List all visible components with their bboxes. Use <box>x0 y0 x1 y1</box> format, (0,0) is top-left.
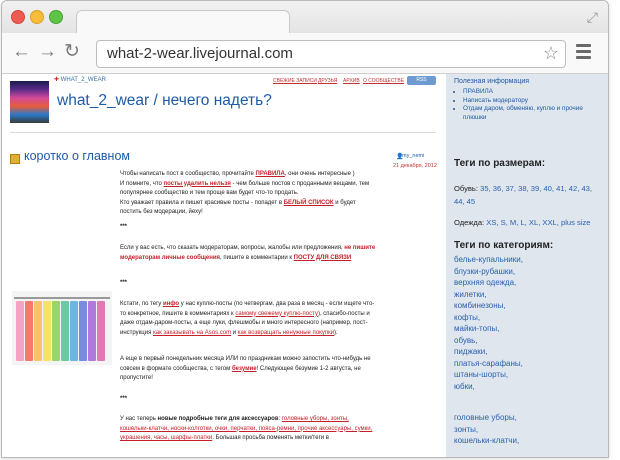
sidebar-link-giveaway[interactable]: Отдам даром, обменяю, куплю и прочие плю… <box>463 105 603 122</box>
returns-guide-link[interactable]: как возвращать ненужные покупки <box>238 330 334 336</box>
category-tag[interactable]: платья-сарафаны, <box>454 358 604 370</box>
sidebar-link-moderator[interactable]: Написать модератору <box>463 97 603 106</box>
separator: *** <box>120 280 128 286</box>
useful-info-link[interactable]: Полезная информация <box>454 78 529 85</box>
accessory-tag[interactable]: кошельки-клатчи, <box>454 435 604 447</box>
accessory-tag[interactable]: зонты, <box>454 424 604 436</box>
sizes-heading: Теги по размерам: <box>454 158 546 169</box>
divider <box>10 132 436 133</box>
browser-window: ⤢ ← → ↻ what-2-wear.livejournal.com ☆ ✚ … <box>1 0 609 458</box>
close-window-button[interactable] <box>11 10 25 24</box>
clothes-size-tags: Одежда: XS, S, M, L, XL, XXL, plus size <box>454 216 602 229</box>
info-tag-link[interactable]: инфо <box>163 301 179 307</box>
journal-username: WHAT_2_WEAR <box>60 77 106 83</box>
separator: *** <box>120 396 128 402</box>
journal-userpic <box>10 81 49 123</box>
useful-info-list: ПРАВИЛА Написать модератору Отдам даром,… <box>454 88 603 122</box>
category-tag[interactable]: верхняя одежда, <box>454 277 604 289</box>
rules-link[interactable]: ПРАВИЛА <box>256 171 285 177</box>
post-paragraph-2: Если у вас есть, что сказать модераторам… <box>120 245 376 261</box>
post-icon <box>10 154 20 164</box>
journal-username-link[interactable]: ✚ WHAT_2_WEAR <box>54 76 106 83</box>
url-text: what-2-wear.livejournal.com <box>107 45 293 62</box>
reload-icon[interactable]: ↻ <box>64 41 80 63</box>
shoe-label: Обувь: <box>454 184 478 193</box>
nav-archive[interactable]: АРХИВ <box>343 78 360 84</box>
forward-arrow-icon[interactable]: → <box>38 41 57 63</box>
title-bar: ⤢ <box>2 1 608 35</box>
category-tag[interactable]: жилетки, <box>454 289 604 301</box>
asos-guide-link[interactable]: как заказывать на Asos.com <box>153 330 231 336</box>
category-tag[interactable]: юбки, <box>454 381 604 393</box>
accessory-tag[interactable]: головные уборы, <box>454 412 604 424</box>
browser-toolbar: ← → ↻ what-2-wear.livejournal.com ☆ <box>2 33 608 74</box>
category-tag[interactable]: комбинезоны, <box>454 300 604 312</box>
journal-title[interactable]: what_2_wear / нечего надеть? <box>57 92 272 110</box>
post-paragraph-3: Кстати, по тегу инфо у нас куплю-посты (… <box>120 301 375 336</box>
page-content: ✚ WHAT_2_WEAR СВЕЖИЕ ЗАПИСИ ДРУЗЬЯ АРХИВ… <box>2 74 608 457</box>
category-tag[interactable]: блузки-рубашки, <box>454 266 604 278</box>
post-paragraph-5: У нас теперь новые подробные теги для ак… <box>120 416 373 442</box>
category-tag[interactable]: обувь, <box>454 335 604 347</box>
sidebar: Полезная информация ПРАВИЛА Написать мод… <box>446 74 608 457</box>
post-date: 21 декабря, 2012 <box>393 163 437 169</box>
browser-tab[interactable] <box>76 10 290 35</box>
post-paragraph-1: Чтобы написать пост в сообщество, прочит… <box>120 171 370 216</box>
categories-heading: Теги по категориям: <box>454 240 554 251</box>
clothes-size-links[interactable]: XS, S, M, L, XL, XXL, plus size <box>486 218 590 227</box>
no-delete-warning: посты удалить нельзя <box>163 180 231 187</box>
clothes-rack-image <box>12 291 112 365</box>
clothes-label: Одежда: <box>454 218 485 227</box>
journal-main: ✚ WHAT_2_WEAR СВЕЖИЕ ЗАПИСИ ДРУЗЬЯ АРХИВ… <box>2 74 446 457</box>
post-paragraph-4: А еще в первый понедельник месяца ИЛИ по… <box>120 356 371 382</box>
separator: *** <box>120 224 128 230</box>
post-title[interactable]: коротко о главном <box>24 149 130 163</box>
nav-recent[interactable]: СВЕЖИЕ ЗАПИСИ <box>273 78 317 84</box>
star-icon[interactable]: ☆ <box>543 43 559 64</box>
nav-friends[interactable]: ДРУЗЬЯ <box>318 78 337 84</box>
minimize-window-button[interactable] <box>30 10 44 24</box>
post-author[interactable]: my_nemi <box>402 153 424 159</box>
user-icon: ✚ <box>54 77 60 83</box>
category-tag[interactable]: майки-топы, <box>454 323 604 335</box>
category-tag[interactable]: кофты, <box>454 312 604 324</box>
whitelist-link[interactable]: БЕЛЫЙ СПИСОК <box>284 200 334 206</box>
rss-button[interactable]: RSS <box>407 76 436 85</box>
contact-post-link[interactable]: ПОСТУ ДЛЯ СВЯЗИ <box>294 255 352 261</box>
expand-icon[interactable]: ⤢ <box>587 9 598 26</box>
category-tag-list: белье-купальники, блузки-рубашки, верхня… <box>454 254 604 392</box>
rss-label: RSS <box>416 77 427 83</box>
shoe-size-tags: Обувь: 35, 36, 37, 38, 39, 40, 41, 42, 4… <box>454 182 602 208</box>
sidebar-link-rules[interactable]: ПРАВИЛА <box>463 88 603 97</box>
category-tag[interactable]: пиджаки, <box>454 346 604 358</box>
category-tag[interactable]: штаны-шорты, <box>454 369 604 381</box>
zoom-window-button[interactable] <box>49 10 63 24</box>
madness-tag-link[interactable]: безумие <box>232 366 257 372</box>
hamburger-menu-icon[interactable] <box>576 44 591 62</box>
accessory-tag-list: головные уборы, зонты, кошельки-клатчи, <box>454 412 604 447</box>
back-arrow-icon[interactable]: ← <box>12 41 31 63</box>
category-tag[interactable]: белье-купальники, <box>454 254 604 266</box>
latest-buy-post-link[interactable]: самому свежему куплю-посту <box>235 311 318 317</box>
address-bar[interactable]: what-2-wear.livejournal.com ☆ <box>96 40 566 68</box>
nav-about[interactable]: О СООБЩЕСТВЕ <box>363 78 404 84</box>
